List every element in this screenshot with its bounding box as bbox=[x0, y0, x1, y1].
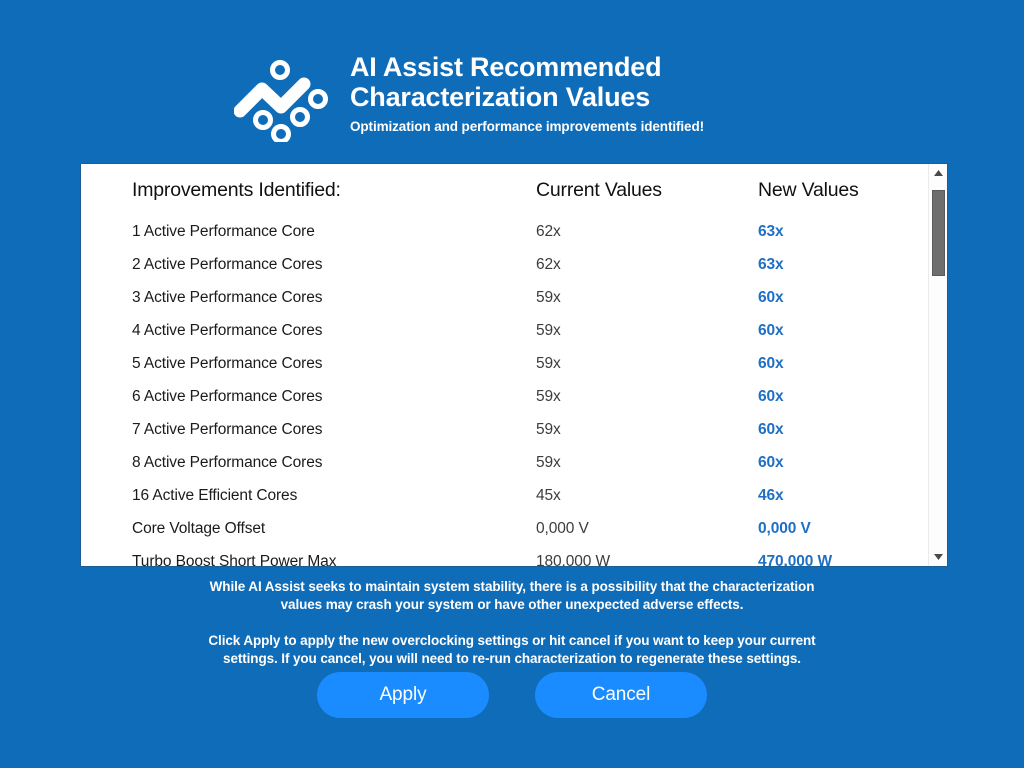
row-new-value: 60x bbox=[758, 288, 784, 306]
row-new-value: 470,000 W bbox=[758, 552, 833, 567]
row-current-value: 59x bbox=[536, 453, 561, 471]
row-label: Turbo Boost Short Power Max bbox=[132, 552, 337, 567]
vertical-scrollbar[interactable] bbox=[928, 164, 947, 566]
row-label: Core Voltage Offset bbox=[132, 519, 266, 537]
row-label: 1 Active Performance Core bbox=[132, 222, 315, 240]
row-new-value: 0,000 V bbox=[758, 519, 811, 537]
row-new-value: 60x bbox=[758, 453, 784, 471]
dialog-title-line1: AI Assist Recommended bbox=[350, 52, 662, 82]
row-label: 5 Active Performance Cores bbox=[132, 354, 323, 372]
title-block: AI Assist Recommended Characterization V… bbox=[350, 52, 790, 134]
scrollbar-thumb[interactable] bbox=[932, 190, 945, 276]
row-current-value: 0,000 V bbox=[536, 519, 589, 537]
row-current-value: 62x bbox=[536, 222, 561, 240]
row-new-value: 60x bbox=[758, 387, 784, 405]
table-row: 7 Active Performance Cores 59x 60x bbox=[81, 413, 928, 446]
dialog-title: AI Assist Recommended Characterization V… bbox=[350, 52, 790, 112]
table-row: 4 Active Performance Cores 59x 60x bbox=[81, 314, 928, 347]
table-row: 2 Active Performance Cores 62x 63x bbox=[81, 248, 928, 281]
row-label: 2 Active Performance Cores bbox=[132, 255, 323, 273]
warning-paragraph-instructions: Click Apply to apply the new overclockin… bbox=[208, 632, 816, 666]
action-buttons: Apply Cancel bbox=[0, 672, 1024, 718]
row-new-value: 60x bbox=[758, 354, 784, 372]
warning-paragraph-stability: While AI Assist seeks to maintain system… bbox=[209, 579, 815, 612]
row-new-value: 60x bbox=[758, 420, 784, 438]
column-header-new-values: New Values bbox=[758, 179, 859, 201]
ai-assist-network-logo-icon bbox=[233, 58, 328, 144]
table-row: 16 Active Efficient Cores 45x 46x bbox=[81, 479, 928, 512]
improvements-panel: Improvements Identified: Current Values … bbox=[80, 163, 948, 567]
row-current-value: 59x bbox=[536, 288, 561, 306]
warning-text-block: While AI Assist seeks to maintain system… bbox=[0, 578, 1024, 668]
dialog-header: AI Assist Recommended Characterization V… bbox=[0, 52, 1024, 152]
row-current-value: 62x bbox=[536, 255, 561, 273]
row-current-value: 180,000 W bbox=[536, 552, 611, 567]
header-inner: AI Assist Recommended Characterization V… bbox=[233, 52, 790, 144]
row-new-value: 46x bbox=[758, 486, 784, 504]
row-new-value: 63x bbox=[758, 222, 784, 240]
table-row: 8 Active Performance Cores 59x 60x bbox=[81, 446, 928, 479]
table-row: 6 Active Performance Cores 59x 60x bbox=[81, 380, 928, 413]
scroll-down-button[interactable] bbox=[929, 548, 947, 566]
scroll-up-button[interactable] bbox=[929, 164, 947, 182]
row-current-value: 59x bbox=[536, 321, 561, 339]
table-row: 1 Active Performance Core 62x 63x bbox=[81, 215, 928, 248]
table-header-row: Improvements Identified: Current Values … bbox=[81, 164, 928, 215]
caret-up-icon bbox=[933, 170, 943, 176]
table-row: 5 Active Performance Cores 59x 60x bbox=[81, 347, 928, 380]
row-current-value: 45x bbox=[536, 486, 561, 504]
apply-button[interactable]: Apply bbox=[317, 672, 489, 718]
row-label: 3 Active Performance Cores bbox=[132, 288, 323, 306]
improvements-table: Improvements Identified: Current Values … bbox=[81, 164, 928, 566]
row-label: 7 Active Performance Cores bbox=[132, 420, 323, 438]
column-header-current-values: Current Values bbox=[536, 179, 662, 201]
row-new-value: 60x bbox=[758, 321, 784, 339]
table-row: Turbo Boost Short Power Max 180,000 W 47… bbox=[81, 545, 928, 567]
caret-down-icon bbox=[933, 554, 943, 560]
row-label: 16 Active Efficient Cores bbox=[132, 486, 298, 504]
improvements-table-body: 1 Active Performance Core 62x 63x 2 Acti… bbox=[81, 215, 928, 567]
row-label: 4 Active Performance Cores bbox=[132, 321, 323, 339]
dialog-title-line2: Characterization Values bbox=[350, 82, 651, 113]
row-current-value: 59x bbox=[536, 420, 561, 438]
column-header-improvements: Improvements Identified: bbox=[132, 179, 341, 201]
improvements-scroll-viewport[interactable]: Improvements Identified: Current Values … bbox=[81, 164, 928, 566]
cancel-button[interactable]: Cancel bbox=[535, 672, 707, 718]
row-new-value: 63x bbox=[758, 255, 784, 273]
ai-assist-dialog: AI Assist Recommended Characterization V… bbox=[0, 0, 1024, 768]
row-current-value: 59x bbox=[536, 387, 561, 405]
row-current-value: 59x bbox=[536, 354, 561, 372]
row-label: 8 Active Performance Cores bbox=[132, 453, 323, 471]
table-row: 3 Active Performance Cores 59x 60x bbox=[81, 281, 928, 314]
table-row: Core Voltage Offset 0,000 V 0,000 V bbox=[81, 512, 928, 545]
dialog-subtitle: Optimization and performance improvement… bbox=[350, 119, 704, 135]
row-label: 6 Active Performance Cores bbox=[132, 387, 323, 405]
